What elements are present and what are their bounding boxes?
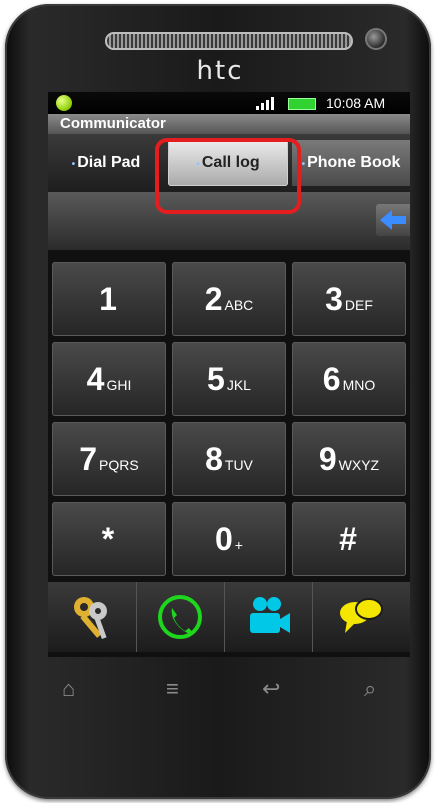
video-camera-icon [250, 597, 290, 633]
key-6[interactable]: 6 MNO [292, 342, 406, 416]
key-digit: 1 [99, 281, 117, 317]
key-digit: 2 [204, 281, 223, 317]
key-digit: 8 [205, 441, 223, 477]
key-letters: DEF [344, 297, 373, 313]
key-letters: + [234, 537, 243, 553]
key-digit: 7 [79, 441, 98, 477]
tab-label: Call log [201, 154, 260, 171]
key-digit: 4 [86, 361, 105, 397]
menu-icon[interactable]: ≡ [166, 676, 179, 702]
search-icon[interactable]: ⌕ [364, 676, 376, 702]
key-letters: MNO [342, 377, 376, 393]
screen: 10:08 AM Communicator • Dial Pad • Call lo… [48, 92, 410, 657]
key-digit: * [101, 521, 115, 557]
tab-label: Phone Book [307, 154, 401, 171]
tab-bullet-icon: • [71, 159, 76, 170]
key-digit: # [339, 521, 357, 557]
tab-bullet-icon: • [196, 159, 200, 170]
tab-bar: • Dial Pad • Call log • Phone Book [48, 134, 410, 192]
tab-phone-book[interactable]: • Phone Book [292, 140, 410, 186]
key-letters: WXYZ [338, 457, 380, 473]
key-letters: GHI [106, 377, 132, 393]
action-bar [48, 582, 410, 652]
clock: 10:08 AM [326, 95, 386, 111]
tab-call-log[interactable]: • Call log [168, 140, 288, 186]
back-icon[interactable]: ↩ [262, 676, 280, 702]
app-title: Communicator [48, 114, 410, 134]
key-digit: 0 [215, 521, 233, 557]
key-star[interactable]: * [52, 502, 166, 576]
key-digit: 3 [325, 281, 343, 317]
key-7[interactable]: 7 PQRS [52, 422, 166, 496]
key-2[interactable]: 2 ABC [172, 262, 286, 336]
tab-label: Dial Pad [77, 154, 141, 171]
key-5[interactable]: 5 JKL [172, 342, 286, 416]
phone-call-icon [158, 595, 202, 639]
call-button[interactable] [136, 582, 225, 652]
key-letters: TUV [224, 457, 253, 473]
keys-icon [74, 597, 107, 640]
key-4[interactable]: 4 GHI [52, 342, 166, 416]
brand-logo: htc [196, 56, 244, 86]
signal-icon [256, 96, 276, 110]
hardware-nav-bar: ⌂ ≡ ↩ ⌕ [40, 660, 400, 716]
tab-dial-pad[interactable]: • Dial Pad [48, 140, 164, 186]
video-call-button[interactable] [224, 582, 313, 652]
key-1[interactable]: 1 [52, 262, 166, 336]
home-icon[interactable]: ⌂ [62, 676, 75, 702]
key-letters: JKL [226, 377, 251, 393]
key-digit: 6 [322, 361, 341, 397]
key-hash[interactable]: # [292, 502, 406, 576]
key-letters: PQRS [99, 457, 139, 473]
key-3[interactable]: 3 DEF [292, 262, 406, 336]
chat-button[interactable] [312, 582, 410, 652]
key-digit: 9 [318, 441, 337, 477]
backspace-button[interactable] [376, 204, 410, 236]
key-letters: ABC [224, 297, 254, 313]
key-digit: 5 [207, 361, 225, 397]
key-0[interactable]: 0 + [172, 502, 286, 576]
number-entry-field[interactable] [48, 192, 410, 252]
backspace-arrow-icon [380, 210, 406, 230]
keys-button[interactable] [48, 582, 137, 652]
status-bar: 10:08 AM [48, 92, 410, 114]
tab-bullet-icon: • [301, 159, 306, 170]
speaker-grille [105, 32, 353, 50]
battery-icon [288, 98, 316, 110]
key-8[interactable]: 8 TUV [172, 422, 286, 496]
key-9[interactable]: 9 WXYZ [292, 422, 406, 496]
front-camera [365, 28, 387, 50]
chat-bubbles-icon [340, 598, 383, 633]
notification-icon [56, 95, 72, 111]
